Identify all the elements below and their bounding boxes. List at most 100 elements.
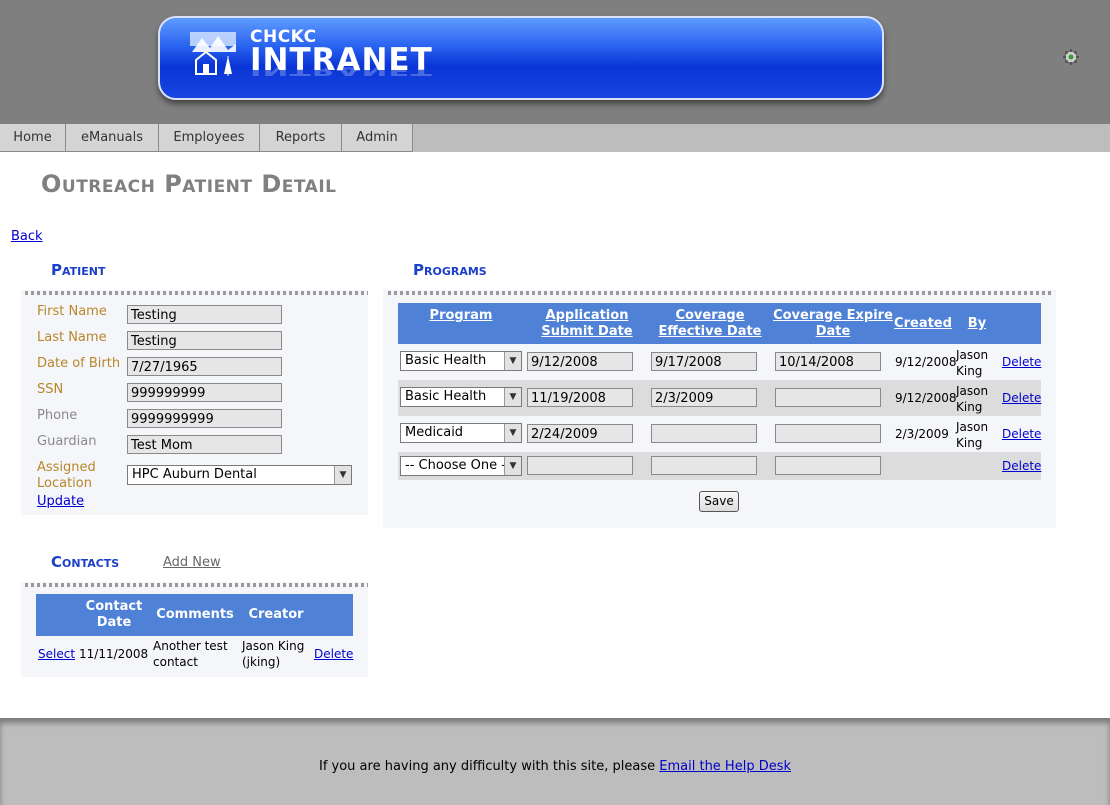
created-date: 2/3/2009 (895, 427, 949, 441)
effective-date-field[interactable] (651, 456, 757, 475)
dob-field[interactable]: 7/27/1965 (127, 357, 282, 376)
created-by-last: King (956, 364, 983, 378)
back-link[interactable]: Back (11, 229, 43, 244)
guardian-label: Guardian (37, 434, 97, 449)
submit-date-field[interactable]: 9/12/2008 (527, 352, 633, 371)
delete-link[interactable]: Delete (1002, 458, 1041, 474)
update-link[interactable]: Update (37, 494, 84, 509)
main-nav: Home eManuals Employees Reports Admin (0, 124, 1110, 152)
expire-date-field[interactable] (775, 456, 881, 475)
programs-table-header: Program Application Submit Date Coverage… (398, 303, 1041, 344)
col-cov-effective-1[interactable]: Coverage (650, 308, 770, 324)
assigned-location-value: HPC Auburn Dental (132, 467, 257, 482)
col-creator: Creator (248, 607, 304, 622)
expire-date-field[interactable] (775, 424, 881, 443)
tab-reports[interactable]: Reports (260, 124, 342, 152)
col-created[interactable]: Created (892, 316, 954, 332)
chevron-down-icon: ▼ (504, 352, 521, 370)
assigned-location-label-2: Location (37, 476, 92, 491)
contacts-table-header: Contact Date Comments Creator (36, 594, 353, 636)
ssn-label: SSN (37, 382, 64, 397)
intranet-banner[interactable]: CHCKC INTRANET INTRANET (158, 16, 884, 100)
tab-home[interactable]: Home (0, 124, 66, 152)
delete-contact-link[interactable]: Delete (314, 646, 353, 662)
mountain-house-logo (190, 32, 236, 76)
contact-comment-line-1: Another test (153, 639, 228, 653)
phone-field[interactable]: 9999999999 (127, 409, 282, 428)
contact-comment-line-2: contact (153, 655, 198, 669)
programs-heading: Programs (413, 261, 487, 279)
patient-heading: Patient (51, 261, 106, 279)
col-app-submit-2[interactable]: Submit Date (526, 324, 648, 340)
col-cov-expire-1[interactable]: Coverage Expire (772, 308, 894, 324)
submit-date-field[interactable]: 11/19/2008 (527, 388, 633, 407)
contacts-divider (25, 583, 368, 587)
created-date: 9/12/2008 (895, 391, 957, 405)
expire-date-field[interactable] (775, 388, 881, 407)
program-select-value: Basic Health (405, 353, 487, 368)
col-contact-date-2: Date (96, 615, 132, 630)
save-button[interactable]: Save (699, 491, 739, 512)
chevron-down-icon: ▼ (504, 457, 521, 475)
program-select-value: Medicaid (405, 425, 464, 440)
program-select[interactable]: Basic Health ▼ (400, 387, 522, 407)
first-name-field[interactable]: Testing (127, 305, 282, 324)
effective-date-field[interactable]: 9/17/2008 (651, 352, 757, 371)
expire-date-field[interactable]: 10/14/2008 (775, 352, 881, 371)
patient-divider (25, 291, 368, 295)
add-new-contact-link[interactable]: Add New (163, 555, 221, 570)
submit-date-field[interactable]: 2/24/2009 (527, 424, 633, 443)
assigned-location-label-1: Assigned (37, 460, 96, 475)
program-select-value: -- Choose One -- (405, 458, 511, 473)
site-title-reflection: INTRANET (250, 61, 433, 78)
col-comments: Comments (156, 607, 234, 622)
last-name-label: Last Name (37, 330, 107, 345)
col-cov-expire-2[interactable]: Date (772, 324, 894, 340)
effective-date-field[interactable] (651, 424, 757, 443)
footer-text: If you are having any difficulty with th… (318, 759, 660, 774)
contact-creator-line-1: Jason King (242, 639, 305, 653)
phone-label: Phone (37, 408, 78, 423)
created-by-last: King (956, 436, 983, 450)
programs-divider (388, 291, 1054, 295)
created-by-last: King (956, 400, 983, 414)
site-header: CHCKC INTRANET INTRANET (0, 0, 1110, 124)
col-by[interactable]: By (956, 316, 998, 332)
created-by-first: Jason (956, 420, 989, 434)
assigned-location-select[interactable]: HPC Auburn Dental ▼ (127, 465, 352, 485)
help-desk-link[interactable]: Email the Help Desk (659, 759, 791, 774)
chevron-down-icon: ▼ (504, 424, 521, 442)
dob-label: Date of Birth (37, 356, 121, 371)
col-cov-effective-2[interactable]: Effective Date (650, 324, 770, 340)
delete-link[interactable]: Delete (1002, 426, 1041, 442)
first-name-label: First Name (37, 304, 107, 319)
created-by-first: Jason (956, 384, 989, 398)
col-program[interactable]: Program (398, 308, 524, 324)
last-name-field[interactable]: Testing (127, 331, 282, 350)
ssn-field[interactable]: 999999999 (127, 383, 282, 402)
tab-emanuals[interactable]: eManuals (66, 124, 159, 152)
delete-link[interactable]: Delete (1002, 390, 1041, 406)
tab-employees[interactable]: Employees (159, 124, 260, 152)
delete-link[interactable]: Delete (1002, 354, 1041, 370)
contact-date: 11/11/2008 (79, 647, 149, 661)
footer-message: If you are having any difficulty with th… (0, 759, 1110, 774)
submit-date-field[interactable] (527, 456, 633, 475)
effective-date-field[interactable]: 2/3/2009 (651, 388, 757, 407)
select-contact-link[interactable]: Select (38, 646, 75, 662)
contact-creator-line-2: (jking) (242, 655, 281, 669)
col-app-submit-1[interactable]: Application (526, 308, 648, 324)
guardian-field[interactable]: Test Mom (127, 435, 282, 454)
created-by-first: Jason (956, 348, 989, 362)
contacts-heading: Contacts (51, 553, 120, 571)
tab-admin[interactable]: Admin (342, 124, 413, 152)
gear-icon[interactable] (1062, 48, 1080, 66)
program-select[interactable]: Medicaid ▼ (400, 423, 522, 443)
program-select-value: Basic Health (405, 389, 487, 404)
program-select[interactable]: Basic Health ▼ (400, 351, 522, 371)
created-date: 9/12/2008 (895, 355, 957, 369)
col-contact-date-1: Contact (85, 599, 143, 614)
chevron-down-icon: ▼ (334, 466, 351, 484)
chevron-down-icon: ▼ (504, 388, 521, 406)
program-select[interactable]: -- Choose One -- ▼ (400, 456, 522, 476)
